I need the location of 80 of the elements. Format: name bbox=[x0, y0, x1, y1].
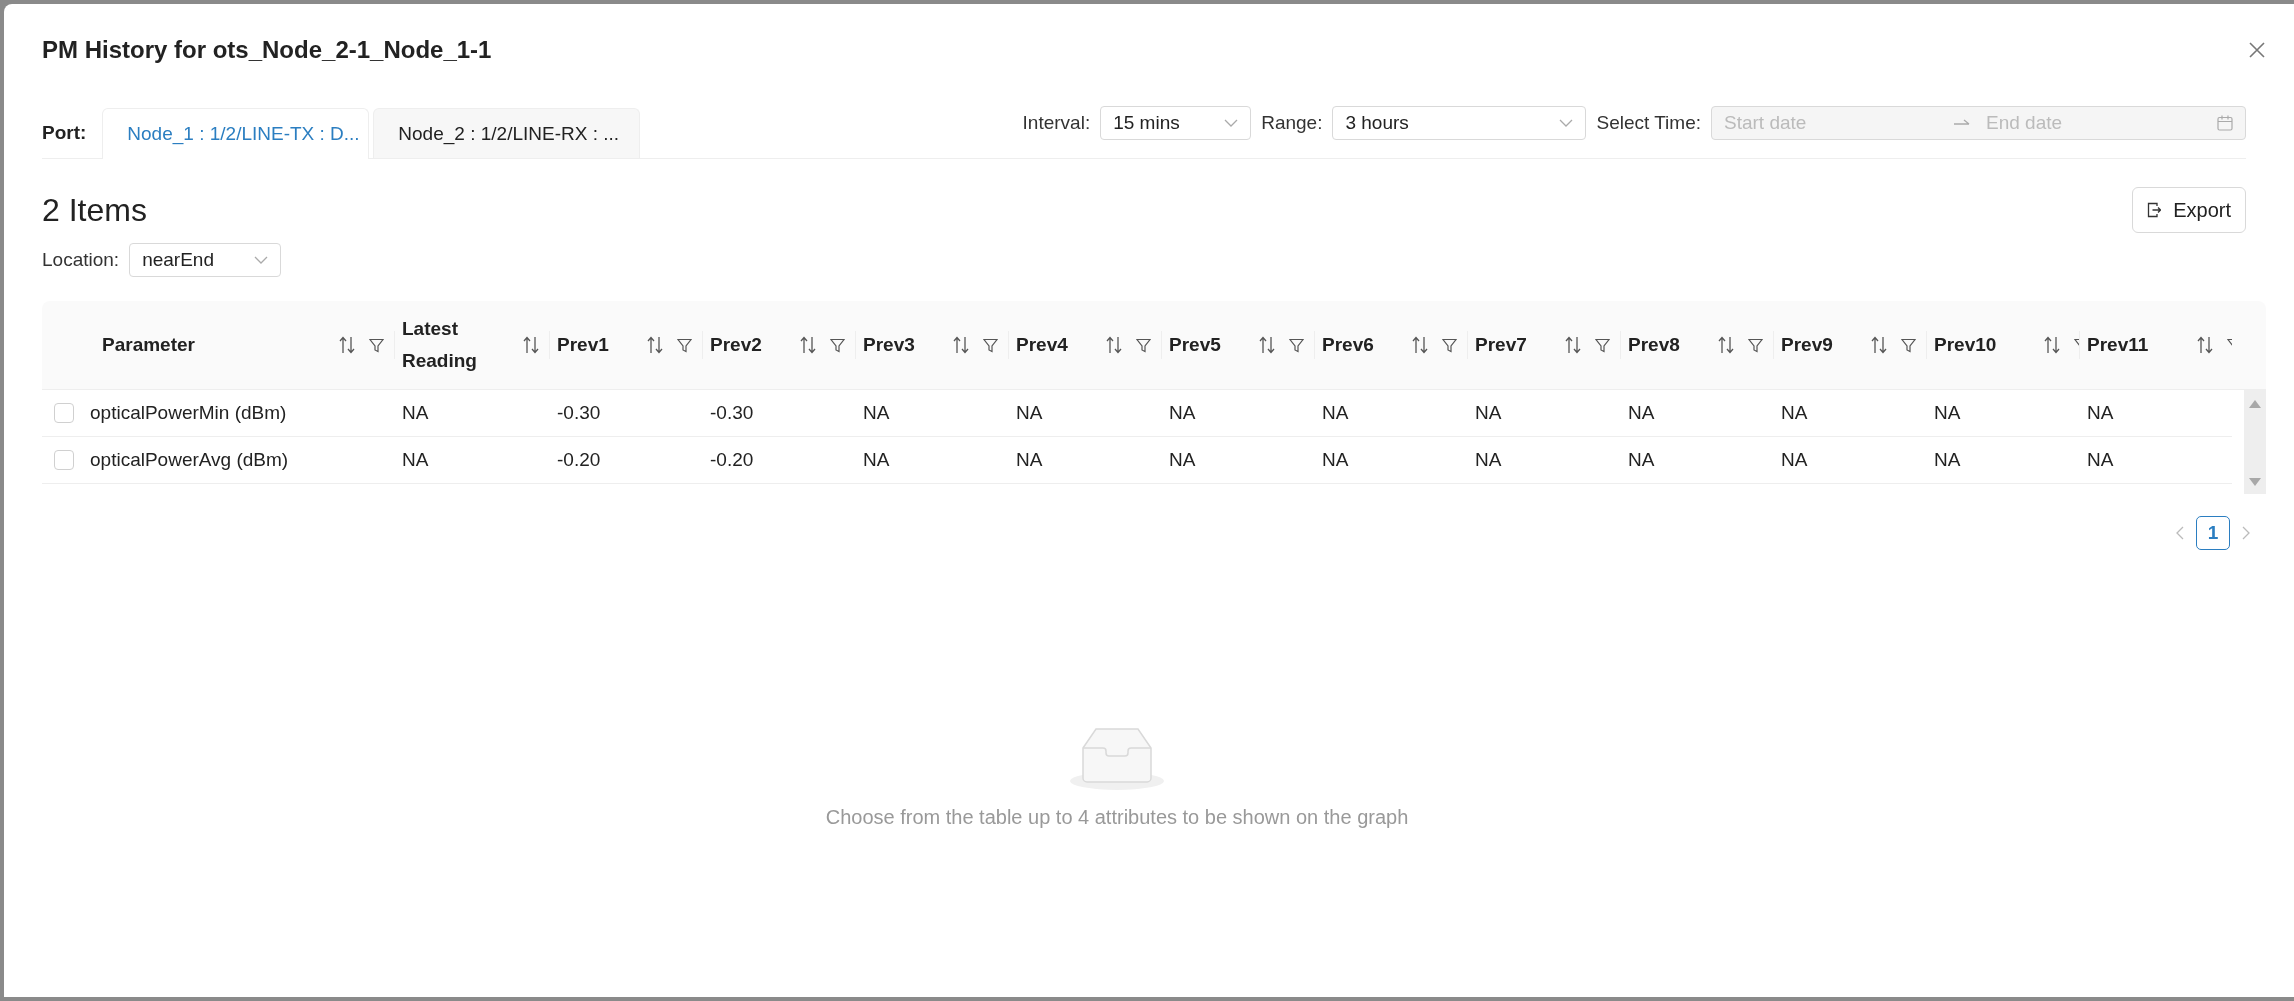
column-header: Prev9 bbox=[1781, 333, 1833, 357]
sort-icon[interactable] bbox=[523, 336, 539, 354]
table-cell: NA bbox=[1934, 449, 1961, 471]
scroll-up-icon bbox=[2249, 400, 2261, 408]
table-cell: opticalPowerMin (dBm) bbox=[90, 402, 287, 424]
table-cell: NA bbox=[1016, 449, 1043, 471]
column-header: Parameter bbox=[102, 333, 195, 357]
chevron-down-icon bbox=[1559, 119, 1574, 127]
table-cell: NA bbox=[1934, 402, 1961, 424]
table-cell: NA bbox=[1628, 402, 1655, 424]
table-cell: NA bbox=[1781, 449, 1808, 471]
table-cell: NA bbox=[2087, 402, 2114, 424]
table-cell: NA bbox=[1322, 402, 1349, 424]
dialog-title: PM History for ots_Node_2-1_Node_1-1 bbox=[42, 36, 492, 64]
table-cell: NA bbox=[2087, 449, 2114, 471]
empty-tray-icon bbox=[1069, 728, 1165, 792]
sort-icon[interactable] bbox=[953, 336, 969, 354]
table-cell: -0.20 bbox=[710, 449, 754, 471]
calendar-icon bbox=[2217, 115, 2233, 131]
chevron-down-icon bbox=[254, 256, 269, 264]
table-cell: NA bbox=[1169, 402, 1196, 424]
table-cell: NA bbox=[863, 402, 890, 424]
table-cell: -0.30 bbox=[557, 402, 601, 424]
sort-icon[interactable] bbox=[1412, 336, 1428, 354]
export-button[interactable]: Export bbox=[2132, 187, 2246, 233]
table-cell: opticalPowerAvg (dBm) bbox=[90, 449, 289, 471]
table-cell: NA bbox=[863, 449, 890, 471]
column-header: Prev3 bbox=[863, 333, 915, 357]
table-cell: NA bbox=[1016, 402, 1043, 424]
sort-icon[interactable] bbox=[1106, 336, 1122, 354]
port-label: Port: bbox=[42, 122, 87, 144]
column-header: Prev7 bbox=[1475, 333, 1527, 357]
interval-label: Interval: bbox=[1022, 112, 1091, 134]
arrow-right-icon bbox=[1954, 119, 1970, 127]
sort-icon[interactable] bbox=[2044, 336, 2060, 354]
table-cell: -0.30 bbox=[710, 402, 754, 424]
interval-dropdown[interactable]: 15 mins bbox=[1100, 106, 1252, 140]
column-header: Prev2 bbox=[710, 333, 762, 357]
table-cell: NA bbox=[402, 402, 429, 424]
column-header: Prev6 bbox=[1322, 333, 1374, 357]
location-label: Location: bbox=[42, 249, 120, 271]
vertical-scrollbar[interactable] bbox=[2244, 390, 2266, 494]
empty-state-message: Choose from the table up to 4 attributes to be shown on the graph bbox=[825, 806, 1409, 829]
table-cell: NA bbox=[1475, 449, 1502, 471]
sort-icon[interactable] bbox=[339, 336, 355, 354]
sort-icon[interactable] bbox=[800, 336, 816, 354]
table-cell: NA bbox=[1781, 402, 1808, 424]
row-checkbox[interactable] bbox=[54, 403, 74, 423]
sort-icon[interactable] bbox=[1718, 336, 1734, 354]
range-dropdown[interactable]: 3 hours bbox=[1332, 106, 1587, 140]
table-cell: NA bbox=[402, 449, 429, 471]
sort-icon[interactable] bbox=[1565, 336, 1581, 354]
column-header: Prev8 bbox=[1628, 333, 1680, 357]
table-cell: NA bbox=[1169, 449, 1196, 471]
items-count: 2 Items bbox=[42, 191, 147, 229]
column-header: Prev1 bbox=[557, 333, 609, 357]
scroll-down-icon bbox=[2249, 478, 2261, 486]
location-dropdown[interactable]: nearEnd bbox=[129, 243, 282, 277]
sort-icon[interactable] bbox=[2197, 336, 2213, 354]
column-header: Prev11 bbox=[2087, 333, 2149, 357]
column-header: Prev10 bbox=[1934, 333, 1997, 357]
table-cell: NA bbox=[1322, 449, 1349, 471]
column-header: Prev5 bbox=[1169, 333, 1221, 357]
page-button[interactable]: 1 bbox=[2196, 516, 2230, 550]
range-label: Range: bbox=[1261, 112, 1323, 134]
table-cell: NA bbox=[1475, 402, 1502, 424]
chevron-down-icon bbox=[1224, 119, 1239, 127]
column-header: Prev4 bbox=[1016, 333, 1068, 357]
export-icon bbox=[2147, 202, 2162, 218]
column-header: Latest Reading bbox=[402, 317, 478, 373]
sort-icon[interactable] bbox=[647, 336, 663, 354]
table-cell: -0.20 bbox=[557, 449, 601, 471]
row-checkbox[interactable] bbox=[54, 450, 74, 470]
port-tab[interactable]: Node_1 : 1/2/LINE-TX : D... bbox=[102, 108, 370, 159]
port-tab[interactable]: Node_2 : 1/2/LINE-RX : ... bbox=[373, 108, 641, 158]
sort-icon[interactable] bbox=[1871, 336, 1887, 354]
sort-icon[interactable] bbox=[1259, 336, 1275, 354]
select-time-label: Select Time: bbox=[1596, 112, 1701, 134]
table-cell: NA bbox=[1628, 449, 1655, 471]
close-icon[interactable] bbox=[2248, 41, 2266, 59]
